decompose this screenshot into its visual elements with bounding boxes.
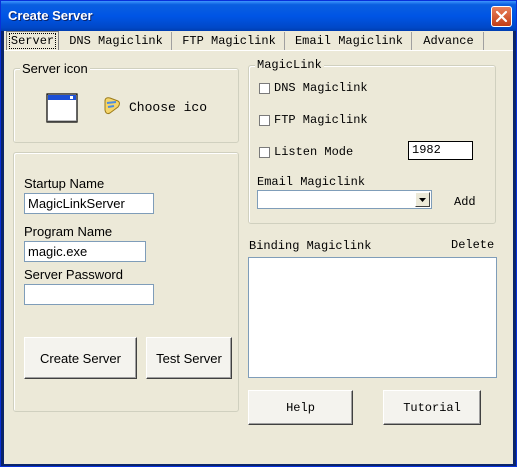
listen-mode-checkbox[interactable] (259, 147, 270, 158)
title-bar[interactable]: Create Server (1, 1, 516, 31)
program-name-label: Program Name (24, 224, 113, 239)
choose-ico-icon[interactable] (102, 95, 122, 117)
tutorial-button-label: Tutorial (403, 400, 461, 415)
create-server-window: Create Server Server DNS Magiclink FTP M… (0, 0, 517, 467)
test-server-button-label: Test Server (156, 350, 222, 366)
tab-ftp-magiclink[interactable]: FTP Magiclink (174, 32, 285, 50)
help-button[interactable]: Help (248, 390, 353, 425)
ftp-magiclink-checkbox[interactable] (259, 115, 270, 126)
listen-mode-label: Listen Mode (274, 145, 354, 159)
close-button[interactable] (491, 6, 512, 27)
tab-server[interactable]: Server (6, 31, 59, 51)
add-button[interactable]: Add (454, 195, 476, 209)
listen-port-field[interactable]: 1982 (408, 141, 473, 160)
choose-ico-link[interactable]: Choose ico (129, 100, 207, 115)
email-magiclink-dropdown[interactable] (257, 190, 432, 209)
server-tab-panel: Server icon Choose ico Startup Name Magi… (4, 51, 513, 464)
binding-magiclink-list[interactable] (248, 257, 497, 378)
server-password-label: Server Password (24, 267, 123, 282)
tab-email-label: Email Magiclink (294, 34, 404, 48)
binding-magiclink-label: Binding Magiclink (249, 239, 372, 253)
server-icon-group-label: Server icon (20, 61, 90, 76)
dns-magiclink-label: DNS Magiclink (274, 81, 368, 95)
tab-dns-magiclink[interactable]: DNS Magiclink (61, 32, 172, 50)
startup-name-field[interactable]: MagicLinkServer (24, 193, 154, 214)
server-password-field[interactable] (24, 284, 154, 305)
chevron-down-icon (419, 198, 426, 202)
magiclink-group-label: MagicLink (255, 58, 324, 72)
email-magiclink-label: Email Magiclink (257, 175, 366, 189)
dns-magiclink-checkbox[interactable] (259, 83, 270, 94)
test-server-button[interactable]: Test Server (146, 337, 232, 379)
startup-name-label: Startup Name (24, 176, 105, 191)
ftp-magiclink-label: FTP Magiclink (274, 113, 368, 127)
magiclink-group: MagicLink DNS Magiclink FTP Magiclink Li… (248, 58, 496, 224)
create-server-button[interactable]: Create Server (24, 337, 137, 379)
server-icon-group: Server icon Choose ico (13, 61, 239, 143)
tab-advance[interactable]: Advance (414, 32, 484, 50)
window-title: Create Server (8, 8, 93, 23)
window-preview-icon[interactable] (46, 93, 78, 123)
program-name-field[interactable]: magic.exe (24, 241, 146, 262)
dropdown-button[interactable] (415, 192, 430, 207)
tab-email-magiclink[interactable]: Email Magiclink (287, 32, 412, 50)
tab-server-label: Server (8, 33, 57, 49)
tab-ftp-label: FTP Magiclink (182, 34, 276, 48)
tutorial-button[interactable]: Tutorial (383, 390, 481, 425)
close-icon (495, 10, 508, 23)
delete-button[interactable]: Delete (451, 238, 494, 252)
server-settings-group: Startup Name MagicLinkServer Program Nam… (13, 152, 239, 412)
tab-dns-label: DNS Magiclink (69, 34, 163, 48)
create-server-button-label: Create Server (40, 350, 121, 366)
dialog-client-area: Server DNS Magiclink FTP Magiclink Email… (4, 31, 513, 464)
tab-advance-label: Advance (423, 34, 474, 48)
help-button-label: Help (286, 400, 315, 415)
